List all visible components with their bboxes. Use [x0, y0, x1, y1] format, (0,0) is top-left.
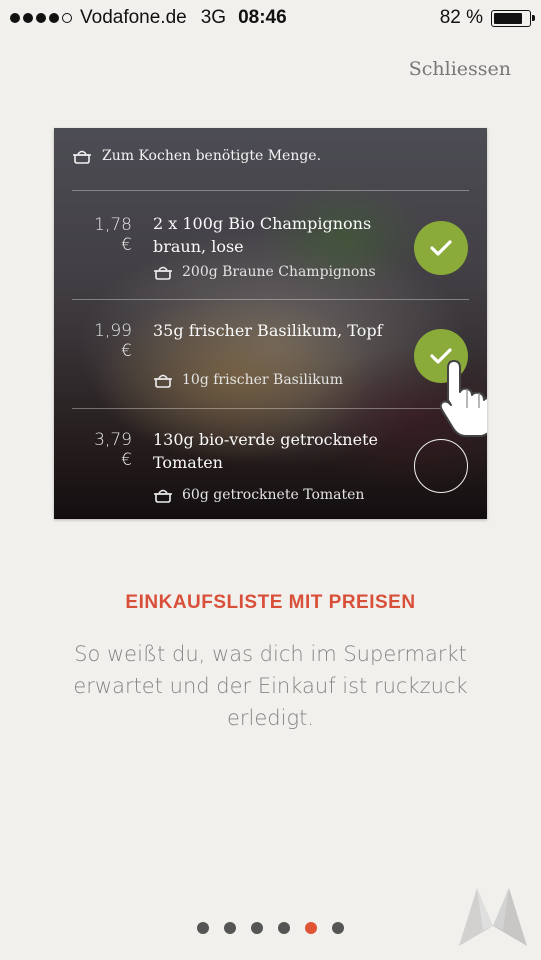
card-header: Zum Kochen benötigte Menge. [72, 148, 321, 164]
item-checkbox-unchecked[interactable] [414, 439, 468, 493]
network-type: 3G [200, 7, 227, 28]
item-checkbox-checked[interactable] [414, 221, 468, 275]
item-price: 1,78 € [94, 215, 132, 255]
item-title: 130g bio-verde getrocknete Tomaten [153, 430, 378, 472]
feature-headline: EINKAUFSLISTE MIT PREISEN [125, 592, 416, 613]
item-amount-text: 200g Braune Champignons [182, 264, 376, 280]
close-button[interactable]: Schliessen [409, 58, 511, 80]
item-amount-text: 60g getrocknete Tomaten [182, 487, 365, 503]
divider [72, 299, 469, 300]
page-dot[interactable] [251, 922, 263, 934]
item-price: 1,99 € [94, 321, 132, 361]
battery-icon [491, 10, 535, 27]
item-amount-text: 10g frischer Basilikum [182, 372, 344, 388]
carrier-name: Vodafone.de [80, 7, 187, 28]
item-amount: 60g getrocknete Tomaten [153, 487, 364, 503]
item-price: 3,79 € [94, 430, 132, 470]
signal-strength-icon [10, 13, 72, 23]
watermark-logo-icon [459, 888, 527, 946]
checkmark-icon [430, 240, 452, 256]
divider [72, 408, 469, 409]
feature-description: So weißt du, was dich im Supermarkt erwa… [73, 642, 468, 730]
item-amount: 10g frischer Basilikum [153, 372, 343, 388]
item-amount: 200g Braune Champignons [153, 264, 376, 280]
item-title: 35g frischer Basilikum, Topf [153, 321, 383, 340]
page-dot[interactable] [278, 922, 290, 934]
cooking-pot-icon [154, 489, 172, 503]
tap-hand-icon [439, 360, 487, 437]
clock: 08:46 [238, 7, 287, 28]
item-title: 2 x 100g Bio Champignons braun, lose [153, 214, 372, 256]
divider [72, 190, 469, 191]
card-header-text: Zum Kochen benötigte Menge. [102, 148, 322, 164]
page-dot-active[interactable] [305, 922, 317, 934]
page-dot[interactable] [197, 922, 209, 934]
shopping-list-preview-card: Zum Kochen benötigte Menge. 1,78 € 2 x 1… [54, 128, 487, 519]
cooking-pot-icon [154, 266, 172, 280]
cooking-pot-icon [73, 150, 91, 164]
status-bar: Vodafone.de 3G 08:46 82 % [0, 0, 541, 36]
page-dot[interactable] [332, 922, 344, 934]
page-dot[interactable] [224, 922, 236, 934]
cooking-pot-icon [154, 374, 172, 388]
battery-percentage: 82 % [439, 7, 483, 28]
